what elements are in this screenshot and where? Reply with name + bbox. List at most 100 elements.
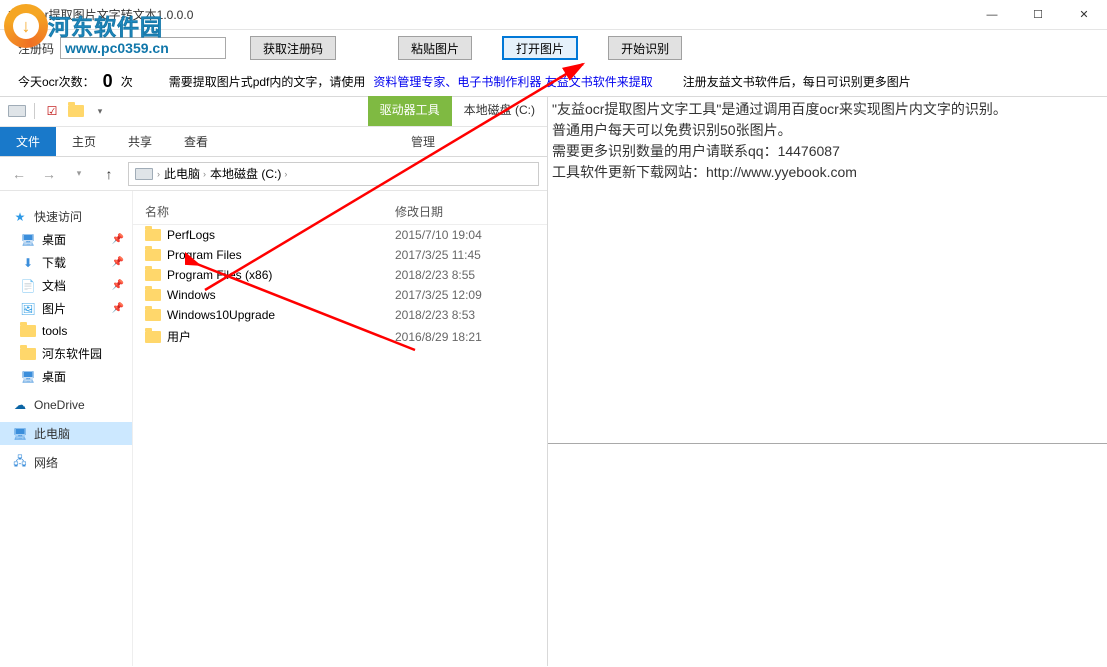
open-image-button[interactable]: 打开图片 [502,36,578,60]
tab-share[interactable]: 共享 [112,127,168,156]
window-controls: — ☐ ✕ [969,0,1107,30]
tab-home[interactable]: 主页 [56,127,112,156]
tree-quick-access[interactable]: ★快速访问 [0,205,132,228]
breadcrumb-pc[interactable]: 此电脑› [164,165,206,182]
paste-image-button[interactable]: 粘贴图片 [398,36,472,60]
info-row: 今天ocr次数： 0 次 需要提取图片式pdf内的文字，请使用 资料管理专家、电… [0,66,1107,96]
tree-pictures[interactable]: 🖼图片📌 [0,297,132,320]
tab-file[interactable]: 文件 [0,127,56,156]
picture-icon: 🖼 [20,301,36,317]
qat-folder-icon[interactable] [65,100,87,122]
file-date: 2018/2/23 8:53 [395,308,535,322]
tree-onedrive[interactable]: ☁OneDrive [0,394,132,416]
file-row[interactable]: Program Files (x86) 2018/2/23 8:55 [133,265,547,285]
minimize-button[interactable]: — [969,0,1015,30]
file-list-header: 名称 修改日期 [133,199,547,225]
info-line-4: 工具软件更新下载网站：http://www.yyebook.com [552,162,1103,183]
ribbon-titlebar: ☑ ▾ 驱动器工具 本地磁盘 (C:) [0,97,547,127]
today-label: 今天ocr次数： [18,73,95,90]
right-pane: "友益ocr提取图片文字工具"是通过调用百度ocr来实现图片内文字的识别。 普通… [548,97,1107,666]
chevron-right-icon: › [157,169,160,179]
file-list: 名称 修改日期 PerfLogs 2015/7/10 19:04 Program F… [133,191,547,666]
unit-label: 次 [121,73,133,90]
col-date[interactable]: 修改日期 [395,203,535,220]
pin-icon: 📌 [112,257,124,268]
file-row[interactable]: PerfLogs 2015/7/10 19:04 [133,225,547,245]
qat-checkbox-icon[interactable]: ☑ [41,100,63,122]
address-input[interactable]: › 此电脑› 本地磁盘 (C:)› [128,162,539,186]
info-text-area[interactable]: "友益ocr提取图片文字工具"是通过调用百度ocr来实现图片内文字的识别。 普通… [548,97,1107,444]
folder-icon [145,331,161,343]
tree-desktop[interactable]: 🖥桌面📌 [0,228,132,251]
result-area[interactable] [548,444,1107,666]
file-row[interactable]: Windows10Upgrade 2018/2/23 8:53 [133,305,547,325]
tree-documents[interactable]: 📄文档📌 [0,274,132,297]
tree-network[interactable]: 🖧网络 [0,451,132,474]
info-line-2: 普通用户每天可以免费识别50张图片。 [552,120,1103,141]
folder-icon [145,269,161,281]
tab-view[interactable]: 查看 [168,127,224,156]
file-name: Windows [167,288,216,302]
nav-tree: ★快速访问 🖥桌面📌 ⬇下载📌 📄文档📌 🖼图片📌 tools 河东软件园 🖥桌… [0,191,133,666]
download-icon: ⬇ [20,255,36,271]
tree-hedong[interactable]: 河东软件园 [0,342,132,365]
quick-access-toolbar: ☑ ▾ [0,96,117,126]
pc-icon: 🖥 [12,426,28,442]
folder-icon [145,229,161,241]
file-row[interactable]: Program Files 2017/3/25 11:45 [133,245,547,265]
file-date: 2018/2/23 8:55 [395,268,535,282]
qat-dropdown-icon[interactable]: ▾ [89,100,111,122]
tree-tools[interactable]: tools [0,320,132,342]
desktop-icon: 🖥 [20,369,36,385]
file-date: 2017/3/25 11:45 [395,248,535,262]
desktop-icon: 🖥 [20,232,36,248]
disk-label: 本地磁盘 (C:) [452,96,547,126]
onedrive-icon: ☁ [12,397,28,413]
reg-input[interactable] [60,37,226,59]
folder-icon [145,289,161,301]
pin-icon: 📌 [112,280,124,291]
document-icon: 📄 [20,278,36,294]
folder-icon [20,346,36,362]
tree-desktop2[interactable]: 🖥桌面 [0,365,132,388]
start-ocr-button[interactable]: 开始识别 [608,36,682,60]
nav-up-button[interactable]: ↑ [98,163,120,185]
main-area: ☑ ▾ 驱动器工具 本地磁盘 (C:) 文件 主页 共享 查看 管理 ← → ▾ [0,96,1107,666]
file-name: PerfLogs [167,228,215,242]
folder-icon [145,249,161,261]
maximize-button[interactable]: ☐ [1015,0,1061,30]
pdf-links[interactable]: 资料管理专家、电子书制作利器 友益文书软件来提取 [373,73,652,90]
tree-this-pc[interactable]: 🖥此电脑 [0,422,132,445]
info-line-1: "友益ocr提取图片文字工具"是通过调用百度ocr来实现图片内文字的识别。 [552,99,1103,120]
explorer-icon [6,100,28,122]
close-button[interactable]: ✕ [1061,0,1107,30]
nav-dropdown-icon[interactable]: ▾ [68,163,90,185]
file-date: 2016/8/29 18:21 [395,330,535,344]
file-name: Program Files [167,248,242,262]
file-row[interactable]: 用户 2016/8/29 18:21 [133,325,547,348]
context-tab-drive-tools[interactable]: 驱动器工具 [368,96,452,126]
col-name[interactable]: 名称 [145,203,395,220]
reg-label: 注册码 [18,40,54,57]
file-row[interactable]: Windows 2017/3/25 12:09 [133,285,547,305]
file-explorer-pane: ☑ ▾ 驱动器工具 本地磁盘 (C:) 文件 主页 共享 查看 管理 ← → ▾ [0,97,548,666]
get-reg-button[interactable]: 获取注册码 [250,36,336,60]
info-line-3: 需要更多识别数量的用户请联系qq：14476087 [552,141,1103,162]
nav-forward-button: → [38,163,60,185]
ocr-count: 0 [103,71,113,92]
nav-back-button: ← [8,163,30,185]
star-icon: ★ [12,209,28,225]
file-date: 2017/3/25 12:09 [395,288,535,302]
drive-icon [135,168,153,180]
file-date: 2015/7/10 19:04 [395,228,535,242]
breadcrumb-disk[interactable]: 本地磁盘 (C:)› [210,165,287,182]
pin-icon: 📌 [112,303,124,314]
tree-downloads[interactable]: ⬇下载📌 [0,251,132,274]
network-icon: 🖧 [12,455,28,471]
file-name: Windows10Upgrade [167,308,275,322]
titlebar: 友益ocr提取图片文字转文本1.0.0.0 — ☐ ✕ [0,0,1107,30]
file-name: 用户 [167,328,191,345]
file-name: Program Files (x86) [167,268,272,282]
tab-manage[interactable]: 管理 [395,127,451,156]
folder-icon [145,309,161,321]
